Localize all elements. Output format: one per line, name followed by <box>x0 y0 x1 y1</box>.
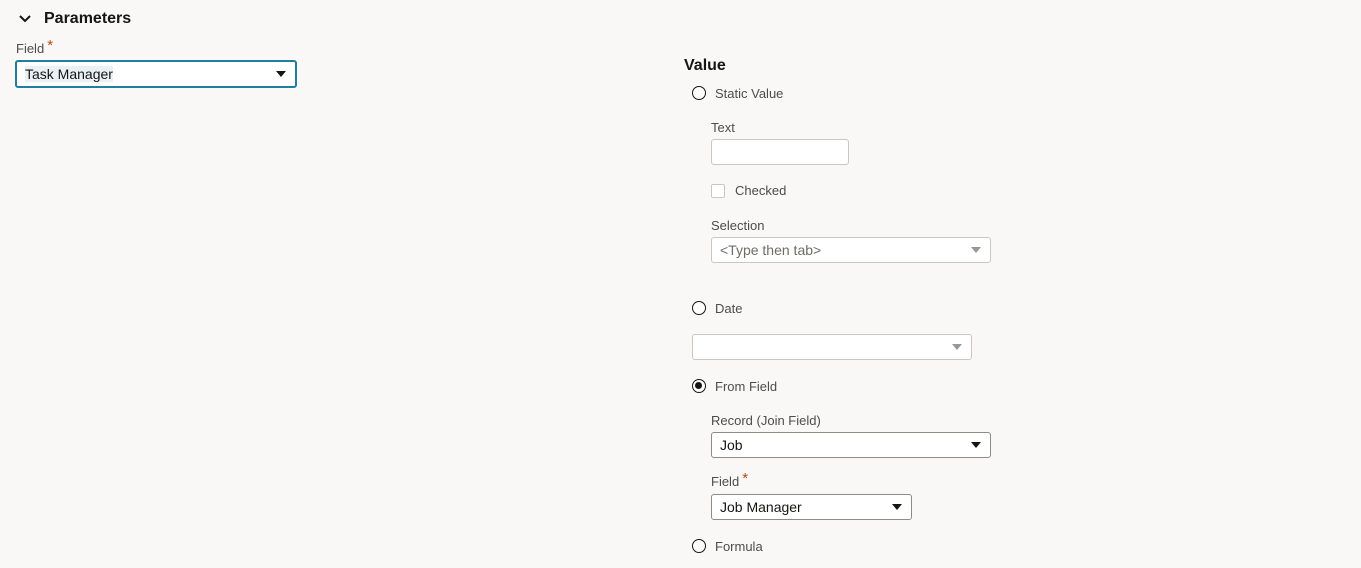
chevron-down-icon[interactable] <box>952 344 962 350</box>
checked-label: Checked <box>735 183 787 198</box>
field-select[interactable]: Task Manager <box>15 60 297 88</box>
checked-checkbox-row[interactable]: Checked <box>711 183 786 198</box>
parameters-section-header[interactable]: Parameters <box>18 8 131 30</box>
radio-formula[interactable]: Formula <box>692 537 763 555</box>
section-title: Parameters <box>44 10 132 27</box>
from-field-field-select[interactable]: Job Manager <box>711 494 912 520</box>
value-heading: Value <box>684 57 726 74</box>
chevron-down-icon[interactable] <box>971 442 981 448</box>
selection-placeholder: <Type then tab> <box>720 242 822 258</box>
radio-button[interactable] <box>692 539 706 553</box>
text-input[interactable] <box>711 139 849 165</box>
record-join-field-select[interactable]: Job <box>711 432 991 458</box>
radio-date[interactable]: Date <box>692 299 742 317</box>
radio-button[interactable] <box>692 301 706 315</box>
radio-from-field[interactable]: From Field <box>692 377 777 395</box>
required-indicator: * <box>47 37 54 54</box>
radio-date-label: Date <box>715 300 743 316</box>
from-field-field-value: Job Manager <box>720 499 802 515</box>
field-label-container: Field * <box>16 37 54 58</box>
from-field-field-label-container: Field * <box>711 470 749 491</box>
field-label: Field <box>16 41 45 56</box>
chevron-down-icon[interactable] <box>276 71 286 77</box>
selection-select[interactable]: <Type then tab> <box>711 237 991 263</box>
checked-checkbox[interactable] <box>711 183 725 198</box>
radio-button-selected[interactable] <box>692 379 706 393</box>
radio-from-field-label: From Field <box>715 378 778 394</box>
date-select[interactable] <box>692 334 972 360</box>
from-field-field-label: Field <box>711 474 740 489</box>
radio-formula-label: Formula <box>715 538 763 554</box>
record-select-value: Job <box>720 437 743 453</box>
selection-label: Selection <box>711 218 765 233</box>
radio-button[interactable] <box>692 86 706 100</box>
record-join-field-label: Record (Join Field) <box>711 413 821 428</box>
field-select-value: Task Manager <box>25 66 113 82</box>
chevron-down-icon[interactable] <box>892 504 902 510</box>
text-label: Text <box>711 120 735 135</box>
radio-static-value-label: Static Value <box>715 85 784 101</box>
chevron-down-icon[interactable] <box>971 247 981 253</box>
required-indicator: * <box>742 470 749 487</box>
radio-static-value[interactable]: Static Value <box>692 84 783 102</box>
chevron-down-icon <box>19 15 31 23</box>
